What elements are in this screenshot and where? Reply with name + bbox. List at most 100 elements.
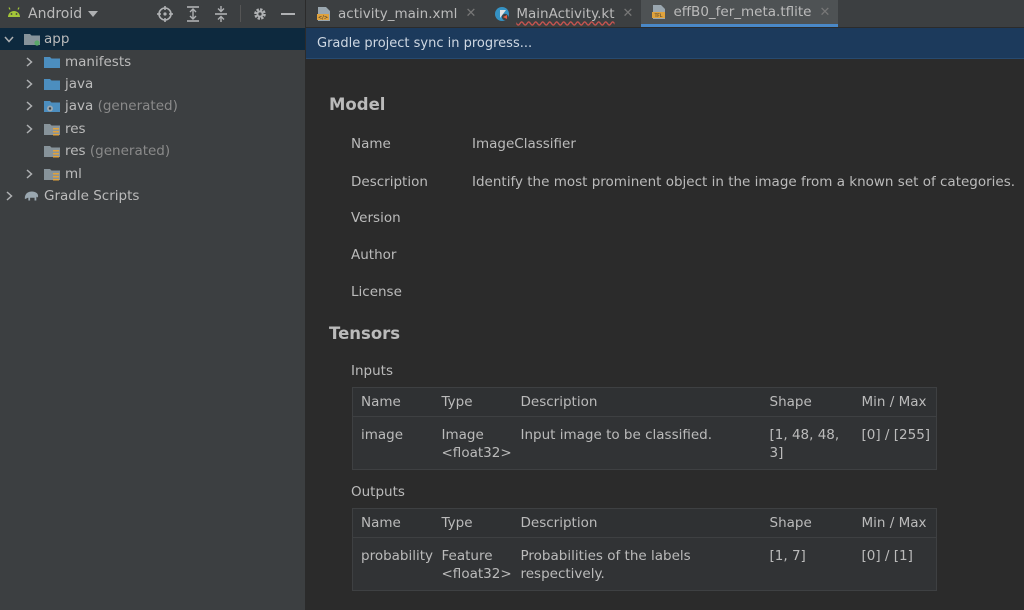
column-header-shape: Shape — [761, 508, 854, 538]
generated-suffix: (generated) — [93, 98, 178, 115]
tree-item-java-generated[interactable]: java (generated) — [0, 95, 305, 117]
cell-type-line1: Feature — [441, 548, 493, 564]
model-viewer: Model Name ImageClassifier Description I… — [306, 60, 1024, 610]
tab-label: effB0_fer_meta.tflite — [673, 4, 812, 20]
column-header-minmax: Min / Max — [853, 508, 937, 538]
cell-type-line2: <float32> — [441, 566, 512, 582]
cell-type: Image <float32> — [434, 417, 513, 470]
field-description-value: Identify the most prominent object in th… — [472, 174, 1016, 190]
minimize-icon[interactable] — [279, 5, 297, 23]
column-header-shape: Shape — [761, 387, 854, 417]
inputs-table: Name Type Description Shape Min / Max im… — [352, 387, 937, 470]
chevron-right-icon[interactable] — [24, 79, 34, 89]
cell-name: image — [361, 427, 404, 443]
tree-item-label: ml — [65, 165, 82, 182]
generated-suffix: (generated) — [85, 143, 171, 160]
kotlin-file-icon — [494, 6, 510, 22]
cell-type-line2: <float32> — [441, 445, 512, 461]
tree-item-label: java — [65, 75, 94, 92]
cell-minmax: [0] / [1] — [861, 548, 913, 564]
collapse-all-icon[interactable] — [212, 5, 230, 23]
tflite-file-icon: TFL — [651, 4, 667, 20]
chevron-down-icon — [88, 6, 99, 21]
table-header-row: Name Type Description Shape Min / Max — [352, 387, 937, 417]
tree-item-label: res — [65, 120, 86, 137]
chevron-right-icon[interactable] — [4, 191, 14, 201]
tab-activity-main-xml[interactable]: </> activity_main.xml ✕ — [306, 0, 484, 27]
cell-shape: [1, 7] — [769, 548, 806, 564]
chevron-right-icon[interactable] — [24, 124, 34, 134]
column-header-description: Description — [512, 508, 762, 538]
tensors-heading: Tensors — [329, 324, 401, 343]
project-panel: Android app manifests java java (generat… — [0, 0, 306, 610]
sync-banner: Gradle project sync in progress... — [306, 28, 1024, 59]
cell-type: Feature <float32> — [434, 538, 513, 591]
tree-item-label-group: res (generated) — [65, 143, 170, 159]
tree-item-manifests[interactable]: manifests — [0, 50, 305, 72]
project-view-selector[interactable]: Android — [6, 0, 99, 27]
outputs-table: Name Type Description Shape Min / Max pr… — [352, 508, 937, 591]
field-license-key: License — [351, 284, 402, 300]
tab-effb0-fer-meta-tflite[interactable]: TFL effB0_fer_meta.tflite ✕ — [641, 0, 839, 27]
column-header-name: Name — [352, 508, 434, 538]
tree-item-java[interactable]: java — [0, 73, 305, 95]
chevron-right-icon[interactable] — [24, 168, 34, 179]
tree-item-label: manifests — [65, 53, 132, 70]
table-row: probability Feature <float32> Probabiliti… — [353, 538, 937, 591]
tab-label: activity_main.xml — [338, 5, 458, 22]
gear-icon[interactable] — [251, 5, 269, 23]
tree-item-label: app — [44, 31, 70, 48]
tree-item-gradle-scripts[interactable]: Gradle Scripts — [0, 185, 305, 207]
generated-folder-icon — [44, 99, 60, 113]
cell-minmax: [0] / [255] — [861, 427, 931, 443]
cell-type-line1: Image — [441, 427, 484, 443]
project-tree: app manifests java java (generated) res … — [0, 28, 305, 207]
tree-item-label-group: java (generated) — [65, 98, 178, 114]
tree-item-res-generated[interactable]: res (generated) — [0, 140, 305, 162]
resource-folder-icon — [44, 167, 60, 181]
close-icon[interactable]: ✕ — [465, 6, 476, 21]
column-header-type: Type — [433, 387, 513, 417]
tree-item-label: res — [65, 143, 86, 160]
tree-item-label: java — [65, 98, 94, 115]
svg-text:</>: </> — [318, 15, 328, 21]
field-version-key: Version — [351, 210, 401, 226]
gradle-elephant-icon — [23, 189, 39, 203]
inputs-label: Inputs — [351, 363, 393, 379]
table-row: image Image <float32> Input image to be c… — [353, 417, 937, 470]
resource-folder-icon — [44, 144, 60, 158]
cell-description: Input image to be classified. — [520, 427, 713, 443]
tree-item-res[interactable]: res — [0, 118, 305, 140]
cell-description: Probabilities of the labels respectively… — [520, 548, 691, 582]
locate-file-icon[interactable] — [156, 5, 174, 23]
tree-item-ml[interactable]: ml — [0, 162, 305, 184]
project-toolbar: Android — [0, 0, 305, 27]
tab-label: MainActivity.kt — [516, 5, 615, 22]
resource-folder-icon — [44, 122, 60, 136]
outputs-label: Outputs — [351, 484, 405, 500]
folder-icon — [44, 55, 60, 69]
android-icon — [6, 5, 22, 23]
model-heading: Model — [329, 95, 386, 114]
tree-item-app[interactable]: app — [0, 28, 305, 51]
field-author-key: Author — [351, 247, 397, 263]
tab-mainactivity-kt[interactable]: MainActivity.kt ✕ — [484, 0, 641, 27]
chevron-down-icon[interactable] — [4, 34, 14, 44]
cell-shape: [1, 48, 48, 3] — [769, 427, 840, 461]
expand-all-icon[interactable] — [184, 5, 202, 23]
table-header-row: Name Type Description Shape Min / Max — [352, 508, 937, 538]
column-header-description: Description — [512, 387, 762, 417]
xml-file-icon: </> — [316, 6, 332, 22]
close-icon[interactable]: ✕ — [819, 5, 830, 20]
svg-text:TFL: TFL — [654, 13, 663, 19]
chevron-right-icon[interactable] — [24, 101, 34, 111]
module-folder-icon — [24, 32, 40, 46]
close-icon[interactable]: ✕ — [623, 6, 634, 21]
column-header-type: Type — [433, 508, 513, 538]
cell-name: probability — [361, 548, 434, 564]
column-header-minmax: Min / Max — [853, 387, 937, 417]
field-name-key: Name — [351, 136, 391, 152]
chevron-right-icon[interactable] — [24, 57, 34, 67]
field-description-key: Description — [351, 174, 428, 190]
field-name-value: ImageClassifier — [472, 136, 576, 152]
